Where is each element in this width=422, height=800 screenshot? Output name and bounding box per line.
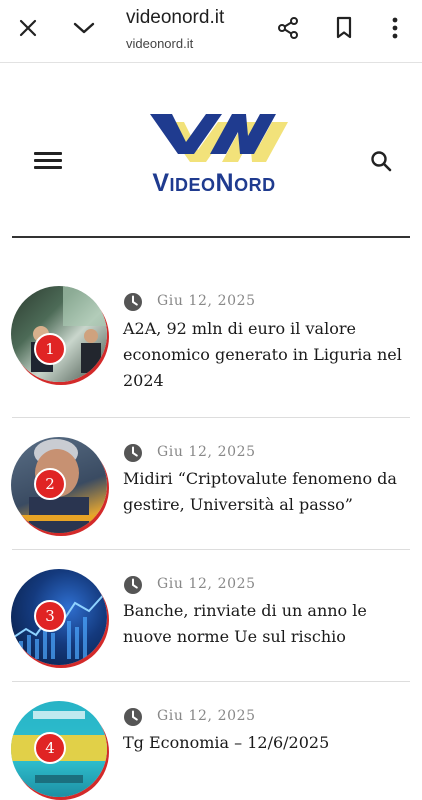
- article-title[interactable]: Banche, rinviate di un anno le nuove nor…: [123, 598, 413, 650]
- article-date: Giu 12, 2025: [157, 444, 256, 460]
- article-title[interactable]: A2A, 92 mln di euro il valore economico …: [123, 316, 413, 394]
- clock-icon: [123, 707, 143, 727]
- photo-graphic: [31, 286, 107, 373]
- article-thumbnail[interactable]: [11, 286, 107, 382]
- clock-icon: [123, 292, 143, 312]
- rank-badge: 1: [34, 333, 66, 365]
- hamburger-icon[interactable]: [34, 150, 64, 172]
- divider: [12, 681, 410, 682]
- divider: [12, 549, 410, 550]
- article-date: Giu 12, 2025: [157, 708, 256, 724]
- rank-badge: 4: [34, 732, 66, 764]
- site-logo[interactable]: VideoNord: [122, 112, 302, 202]
- rank-badge: 3: [34, 600, 66, 632]
- article-title[interactable]: Midiri “Criptovalute fenomeno da gestire…: [123, 466, 413, 518]
- article-date: Giu 12, 2025: [157, 293, 256, 309]
- logo-wordmark: VideoNord: [152, 169, 276, 197]
- rank-badge: 2: [34, 468, 66, 500]
- logo-mark: [150, 114, 288, 162]
- close-icon[interactable]: [13, 13, 43, 43]
- header-divider: [12, 236, 410, 238]
- more-vert-icon[interactable]: [380, 13, 410, 43]
- page-url[interactable]: videonord.it: [126, 36, 193, 51]
- clock-icon: [123, 443, 143, 463]
- divider: [12, 417, 410, 418]
- browser-toolbar: videonord.it videonord.it: [0, 0, 422, 63]
- article-date: Giu 12, 2025: [157, 576, 256, 592]
- page-title[interactable]: videonord.it: [126, 7, 224, 29]
- clock-icon: [123, 575, 143, 595]
- chevron-down-icon[interactable]: [69, 13, 99, 43]
- bookmark-icon[interactable]: [329, 13, 359, 43]
- site-header: VideoNord: [0, 62, 422, 238]
- article-title[interactable]: Tg Economia – 12/6/2025: [123, 730, 413, 756]
- share-icon[interactable]: [273, 13, 303, 43]
- search-icon[interactable]: [370, 150, 394, 174]
